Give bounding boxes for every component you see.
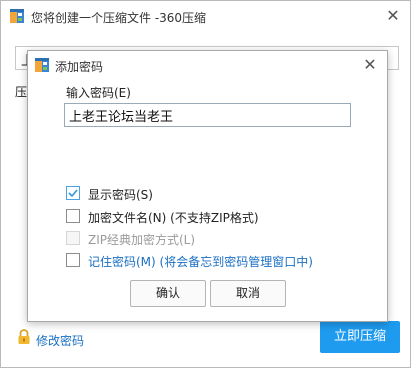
zip-classic-box [66,231,80,245]
encrypt-filenames-note: (不支持ZIP格式) [170,211,259,225]
compress-now-button[interactable]: 立即压缩 [320,321,400,353]
dialog-title: 添加密码 [55,60,104,74]
show-password-box[interactable] [66,186,80,200]
zip-archive-icon [35,58,49,72]
show-password-label: 显示密码(S) [88,188,153,202]
outer-window-title: 您将创建一个压缩文件 -360压缩 [31,11,207,25]
encrypt-filenames-text: 加密文件名(N) [88,211,167,225]
add-password-dialog: 添加密码 ✕ 输入密码(E) 上老王论坛当老王 显示密码(S) 加密文件名(N)… [27,50,388,322]
compression-label: 压 [15,85,28,99]
dialog-titlebar: 添加密码 ✕ [28,51,387,79]
check-icon [68,189,78,198]
password-input[interactable]: 上老王论坛当老王 [64,103,351,127]
outer-close-icon[interactable]: ✕ [383,6,403,26]
outer-titlebar: 您将创建一个压缩文件 -360压缩 ✕ [1,1,410,31]
remember-password-label: 记住密码(M) (将会备忘到密码管理窗口中) [88,253,313,270]
zip-archive-icon [10,9,24,23]
remember-password-text: 记住密码(M) [88,255,156,269]
remember-password-note: (将会备忘到密码管理窗口中) [159,255,313,269]
password-value: 上老王论坛当老王 [69,110,174,125]
remember-password-box[interactable] [66,253,80,267]
password-label: 输入密码(E) [66,86,131,100]
cancel-button[interactable]: 取消 [210,280,286,307]
encrypt-filenames-box[interactable] [66,209,80,223]
encrypt-filenames-label: 加密文件名(N) (不支持ZIP格式) [88,209,259,226]
edit-password-label: 修改密码 [36,334,85,348]
lock-icon [18,329,30,344]
zip-classic-label: ZIP经典加密方式(L) [88,233,196,247]
confirm-button[interactable]: 确认 [130,280,206,307]
dialog-close-icon[interactable]: ✕ [360,55,380,75]
